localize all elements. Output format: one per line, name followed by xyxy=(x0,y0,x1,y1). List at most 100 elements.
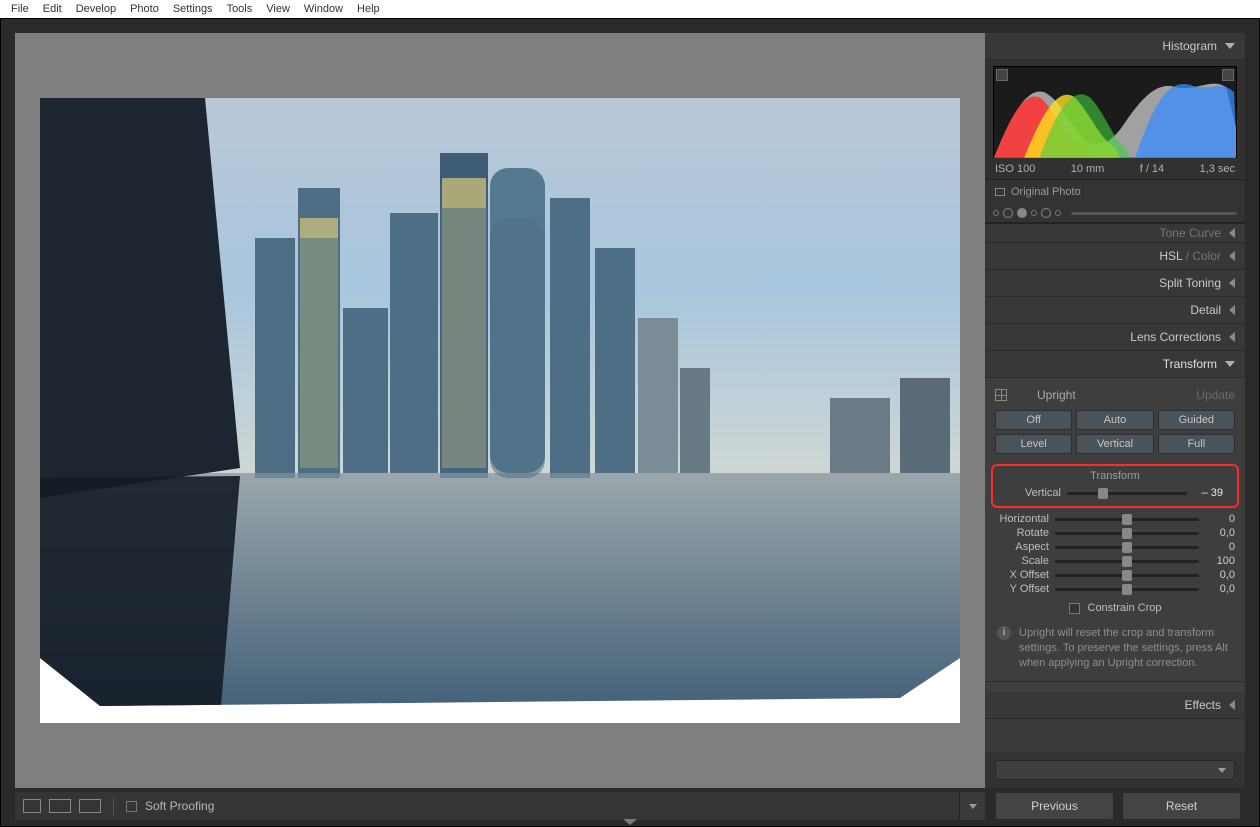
slider-value[interactable]: 0,0 xyxy=(1205,569,1235,581)
menu-settings[interactable]: Settings xyxy=(166,1,220,17)
info-note-text: Upright will reset the crop and transfor… xyxy=(1019,626,1233,671)
menu-develop[interactable]: Develop xyxy=(69,1,123,17)
constrain-crop-checkbox[interactable] xyxy=(1069,603,1080,614)
preset-dropdown[interactable] xyxy=(995,760,1235,780)
crop-tool-icon[interactable] xyxy=(993,210,999,216)
slider-yoffset[interactable]: Y Offset 0,0 xyxy=(985,582,1245,596)
chevron-left-icon xyxy=(1229,700,1235,710)
exif-shutter: 1,3 sec xyxy=(1200,163,1235,175)
slider-thumb[interactable] xyxy=(1122,514,1132,525)
slider-rotate[interactable]: Rotate 0,0 xyxy=(985,526,1245,540)
exif-row: ISO 100 10 mm f / 14 1,3 sec xyxy=(993,158,1237,175)
detail-header[interactable]: Detail xyxy=(985,297,1245,324)
lens-corrections-header[interactable]: Lens Corrections xyxy=(985,324,1245,351)
histogram-label: Histogram xyxy=(1162,39,1217,53)
upright-auto-button[interactable]: Auto xyxy=(1076,410,1153,430)
slider-value[interactable]: – 39 xyxy=(1193,487,1223,499)
menubar: File Edit Develop Photo Settings Tools V… xyxy=(0,0,1260,18)
slider-scale[interactable]: Scale 100 xyxy=(985,554,1245,568)
slider-thumb[interactable] xyxy=(1122,542,1132,553)
chevron-left-icon xyxy=(1229,305,1235,315)
menu-photo[interactable]: Photo xyxy=(123,1,166,17)
toolbar-options-dropdown[interactable] xyxy=(959,792,985,820)
menu-edit[interactable]: Edit xyxy=(36,1,69,17)
transform-subtitle: Transform xyxy=(997,470,1233,486)
slider-thumb[interactable] xyxy=(1122,556,1132,567)
view-before-after-icon[interactable] xyxy=(79,799,101,813)
slider-value[interactable]: 0 xyxy=(1205,513,1235,525)
redeye-tool-icon[interactable] xyxy=(1017,208,1027,218)
slider-value[interactable]: 0,0 xyxy=(1205,583,1235,595)
app-frame: Histogram ISO 100 10 xyxy=(0,18,1260,827)
transform-body: Upright Update Off Auto Guided Level Ver… xyxy=(985,378,1245,692)
gradient-tool-icon[interactable] xyxy=(1031,210,1037,216)
slider-vertical[interactable]: Vertical – 39 xyxy=(997,486,1233,500)
menu-tools[interactable]: Tools xyxy=(220,1,260,17)
brush-tool-icon[interactable] xyxy=(1055,210,1061,216)
slider-thumb[interactable] xyxy=(1098,488,1108,499)
exif-iso: ISO 100 xyxy=(995,163,1035,175)
compare-icon xyxy=(995,188,1005,196)
reset-button[interactable]: Reset xyxy=(1122,792,1241,820)
slider-aspect[interactable]: Aspect 0 xyxy=(985,540,1245,554)
upright-level-button[interactable]: Level xyxy=(995,434,1072,454)
tool-slider[interactable] xyxy=(1071,212,1237,215)
menu-help[interactable]: Help xyxy=(350,1,387,17)
upright-grid-icon[interactable] xyxy=(995,389,1007,401)
upright-off-button[interactable]: Off xyxy=(995,410,1072,430)
chevron-down-icon xyxy=(1225,43,1235,49)
histogram-chart[interactable] xyxy=(993,66,1237,158)
transform-header[interactable]: Transform xyxy=(985,351,1245,378)
upright-label: Upright xyxy=(1037,388,1076,402)
constrain-crop-row[interactable]: Constrain Crop xyxy=(985,596,1245,622)
upright-info-note: i Upright will reset the crop and transf… xyxy=(985,622,1245,682)
chevron-left-icon xyxy=(1229,251,1235,261)
info-icon: i xyxy=(997,626,1011,640)
histogram-header[interactable]: Histogram xyxy=(985,33,1245,60)
effects-label: Effects xyxy=(1185,698,1221,712)
menu-view[interactable]: View xyxy=(259,1,297,17)
upright-vertical-button[interactable]: Vertical xyxy=(1076,434,1153,454)
exif-aperture: f / 14 xyxy=(1140,163,1164,175)
filmstrip-toggle-icon[interactable] xyxy=(623,819,637,825)
hsl-label: HSL / Color xyxy=(1159,249,1221,263)
lens-corrections-label: Lens Corrections xyxy=(1130,330,1221,344)
hsl-color-header[interactable]: HSL / Color xyxy=(985,243,1245,270)
menu-file[interactable]: File xyxy=(4,1,36,17)
bottom-bar: Soft Proofing Previous Reset xyxy=(15,792,1245,820)
spot-tool-icon[interactable] xyxy=(1003,208,1013,218)
slider-xoffset[interactable]: X Offset 0,0 xyxy=(985,568,1245,582)
previous-button[interactable]: Previous xyxy=(995,792,1114,820)
upright-update-button[interactable]: Update xyxy=(1196,388,1235,402)
menu-window[interactable]: Window xyxy=(297,1,350,17)
slider-thumb[interactable] xyxy=(1122,570,1132,581)
local-tools-strip xyxy=(985,204,1245,223)
effects-header[interactable]: Effects xyxy=(985,692,1245,719)
view-loupe-icon[interactable] xyxy=(23,799,41,813)
soft-proofing-label: Soft Proofing xyxy=(145,799,214,813)
photo-viewport[interactable] xyxy=(15,33,985,788)
exif-focal: 10 mm xyxy=(1071,163,1105,175)
original-photo-toggle[interactable]: Original Photo xyxy=(985,179,1245,204)
split-toning-label: Split Toning xyxy=(1159,276,1221,290)
transform-label: Transform xyxy=(1163,357,1217,371)
constrain-crop-label: Constrain Crop xyxy=(1088,602,1162,614)
radial-tool-icon[interactable] xyxy=(1041,208,1051,218)
upright-guided-button[interactable]: Guided xyxy=(1158,410,1235,430)
slider-thumb[interactable] xyxy=(1122,584,1132,595)
develop-panel: Histogram ISO 100 10 xyxy=(985,33,1245,788)
photo-canvas xyxy=(40,98,960,723)
slider-value[interactable]: 100 xyxy=(1205,555,1235,567)
view-compare-icon[interactable] xyxy=(49,799,71,813)
chevron-left-icon xyxy=(1229,332,1235,342)
split-toning-header[interactable]: Split Toning xyxy=(985,270,1245,297)
chevron-down-icon xyxy=(1225,361,1235,367)
slider-thumb[interactable] xyxy=(1122,528,1132,539)
slider-value[interactable]: 0 xyxy=(1205,541,1235,553)
slider-value[interactable]: 0,0 xyxy=(1205,527,1235,539)
slider-horizontal[interactable]: Horizontal 0 xyxy=(985,512,1245,526)
upright-full-button[interactable]: Full xyxy=(1158,434,1235,454)
detail-label: Detail xyxy=(1190,303,1221,317)
tone-curve-header[interactable]: Tone Curve xyxy=(985,223,1245,243)
soft-proofing-checkbox[interactable] xyxy=(126,801,137,812)
